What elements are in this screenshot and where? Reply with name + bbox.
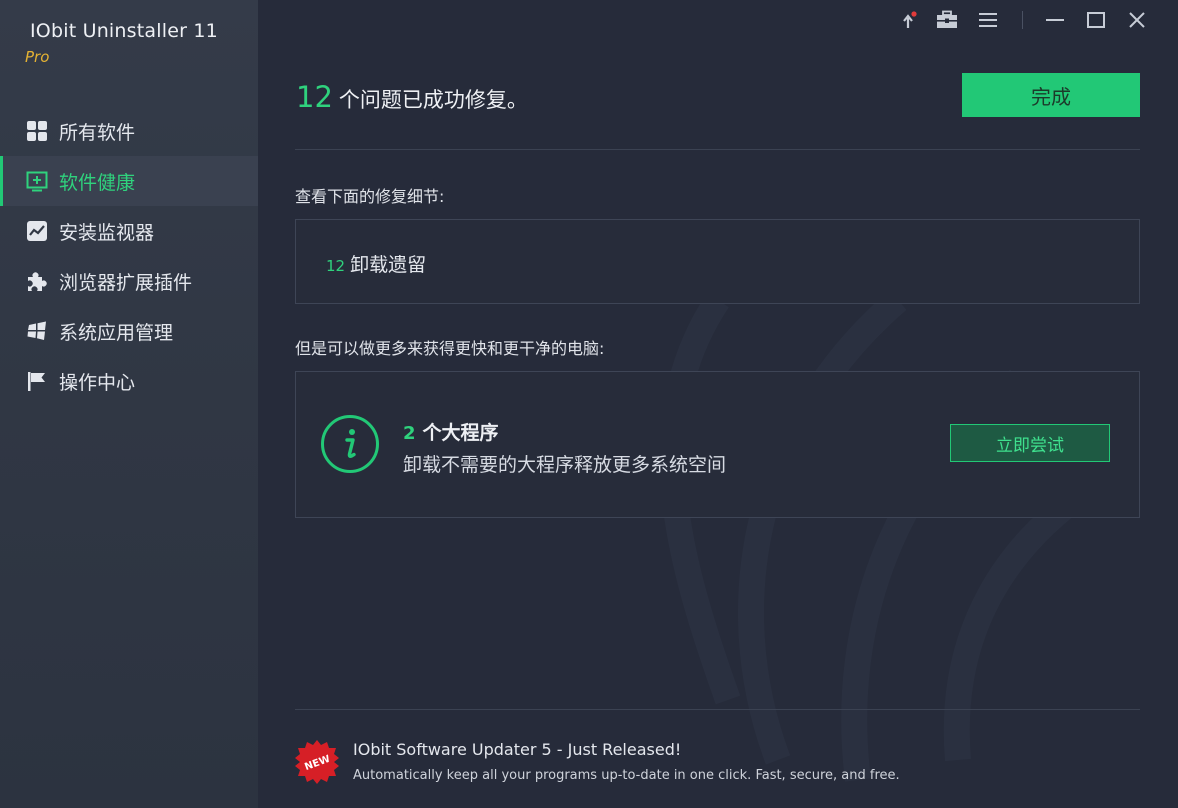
sidebar-item-label: 系统应用管理 (59, 321, 174, 344)
fixed-count: 12 (296, 80, 333, 114)
promo-title: 2 个大程序 (403, 418, 499, 445)
try-now-button[interactable]: 立即尝试 (950, 424, 1110, 462)
detail-text: 卸载遗留 (350, 254, 427, 276)
detail-item: 12 卸载遗留 (326, 250, 426, 277)
health-plus-icon (26, 170, 48, 192)
flag-icon (26, 370, 48, 392)
sidebar: IObit Uninstaller 11 Pro 所有软件 软件健康 安装监视器… (0, 0, 258, 808)
sidebar-item-label: 安装监视器 (59, 221, 155, 244)
title-bar (898, 0, 1178, 40)
app-brand: IObit Uninstaller 11 Pro (25, 20, 218, 66)
promo-footer-title[interactable]: IObit Software Updater 5 - Just Released… (353, 740, 681, 759)
menu-icon[interactable] (977, 9, 999, 31)
app-title: IObit Uninstaller 11 (30, 20, 218, 42)
promo-footer-description: Automatically keep all your programs up-… (353, 768, 900, 783)
sidebar-item-label: 浏览器扩展插件 (59, 271, 193, 294)
upgrade-icon[interactable] (898, 9, 920, 31)
monitor-chart-icon (26, 220, 48, 242)
sidebar-item-system-apps[interactable]: 系统应用管理 (0, 306, 258, 356)
fix-summary: 12 个问题已成功修复。 (296, 80, 528, 114)
sidebar-item-label: 所有软件 (59, 121, 136, 144)
footer-divider (295, 709, 1140, 710)
promo-label: 但是可以做更多来获得更快和更干净的电脑: (295, 339, 605, 358)
details-label: 查看下面的修复细节: (295, 187, 445, 206)
puzzle-icon (26, 270, 48, 292)
sidebar-item-install-monitor[interactable]: 安装监视器 (0, 206, 258, 256)
sidebar-item-all-software[interactable]: 所有软件 (0, 106, 258, 156)
maximize-icon[interactable] (1085, 9, 1107, 31)
sidebar-item-software-health[interactable]: 软件健康 (0, 156, 258, 206)
promo-count: 2 (403, 423, 416, 444)
windows-icon (26, 320, 48, 342)
close-icon[interactable] (1126, 9, 1148, 31)
sidebar-item-label: 软件健康 (59, 171, 136, 194)
minimize-icon[interactable] (1044, 9, 1066, 31)
promo-title-text: 个大程序 (422, 422, 499, 444)
app-edition: Pro (25, 48, 50, 66)
divider (295, 149, 1140, 150)
toolbox-icon[interactable] (936, 9, 958, 31)
done-button[interactable]: 完成 (962, 73, 1140, 117)
fix-details-box: 12 卸载遗留 (295, 219, 1140, 304)
fix-summary-text: 个问题已成功修复。 (338, 88, 528, 112)
sidebar-nav: 所有软件 软件健康 安装监视器 浏览器扩展插件 系统应用管理 操作中心 (0, 106, 258, 406)
sidebar-item-label: 操作中心 (59, 371, 136, 394)
info-icon (320, 414, 380, 474)
new-badge-icon: NEW (294, 739, 340, 785)
sidebar-item-action-center[interactable]: 操作中心 (0, 356, 258, 406)
grid-icon (26, 120, 48, 142)
large-programs-card: 2 个大程序 卸载不需要的大程序释放更多系统空间 立即尝试 (295, 371, 1140, 518)
promo-description: 卸载不需要的大程序释放更多系统空间 (403, 454, 727, 476)
main-panel: 12 个问题已成功修复。 完成 查看下面的修复细节: 12 卸载遗留 但是可以做… (258, 0, 1178, 808)
sidebar-item-browser-extensions[interactable]: 浏览器扩展插件 (0, 256, 258, 306)
detail-count: 12 (326, 257, 346, 275)
titlebar-separator (1022, 11, 1023, 29)
